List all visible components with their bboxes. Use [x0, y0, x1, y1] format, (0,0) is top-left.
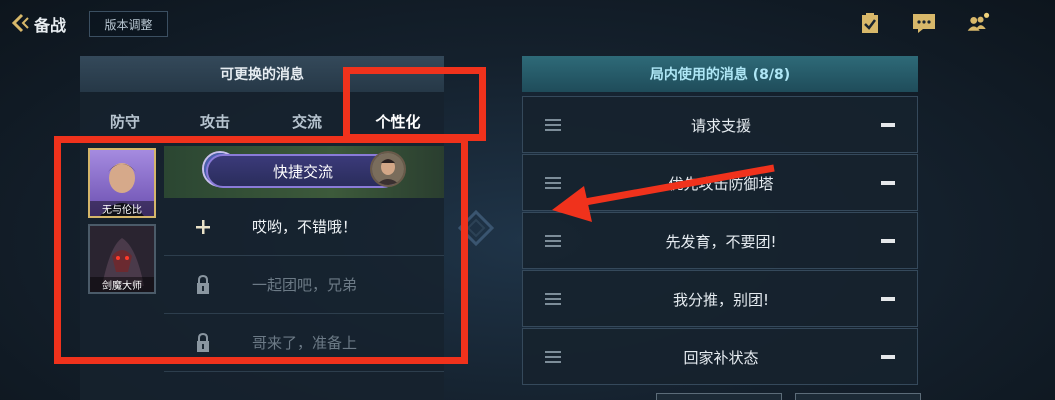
version-adjust-button[interactable]: 版本调整: [89, 11, 168, 37]
list-item[interactable]: 请求支援: [522, 96, 918, 153]
list-item[interactable]: 回家补状态: [522, 328, 918, 385]
bottom-button[interactable]: [795, 393, 921, 400]
in-game-messages-header: 局内使用的消息 (8/8): [522, 56, 918, 92]
chat-button[interactable]: [912, 11, 936, 35]
remove-icon[interactable]: [881, 239, 895, 243]
chat-bubble-icon: [913, 14, 935, 33]
remove-icon[interactable]: [881, 123, 895, 127]
top-bar: 备战 版本调整: [0, 0, 1055, 46]
tab-highlight-box: [343, 67, 486, 141]
message-text: 先发育，不要团!: [665, 233, 777, 251]
remove-icon[interactable]: [881, 297, 895, 301]
list-item[interactable]: 我分推，别团!: [522, 270, 918, 327]
tab-attack[interactable]: 攻击: [175, 106, 255, 136]
bottom-button[interactable]: [656, 393, 782, 400]
page-title: 备战: [34, 16, 67, 35]
checklist-icon: [862, 13, 878, 33]
back-button[interactable]: [6, 10, 32, 36]
message-text: 请求支援: [690, 117, 751, 135]
checklist-button[interactable]: [858, 11, 882, 35]
friends-button[interactable]: [966, 11, 990, 35]
tab-defense[interactable]: 防守: [85, 106, 165, 136]
chevron-left-icon: [11, 13, 29, 33]
message-highlight-box: [54, 136, 468, 364]
tab-communication[interactable]: 交流: [267, 106, 347, 136]
remove-icon[interactable]: [881, 355, 895, 359]
pointer-arrow-icon: [552, 164, 775, 222]
friends-icon: [967, 12, 990, 31]
remove-icon[interactable]: [881, 181, 895, 185]
message-text: 我分推，别团!: [672, 291, 769, 309]
message-text: 回家补状态: [683, 349, 759, 367]
